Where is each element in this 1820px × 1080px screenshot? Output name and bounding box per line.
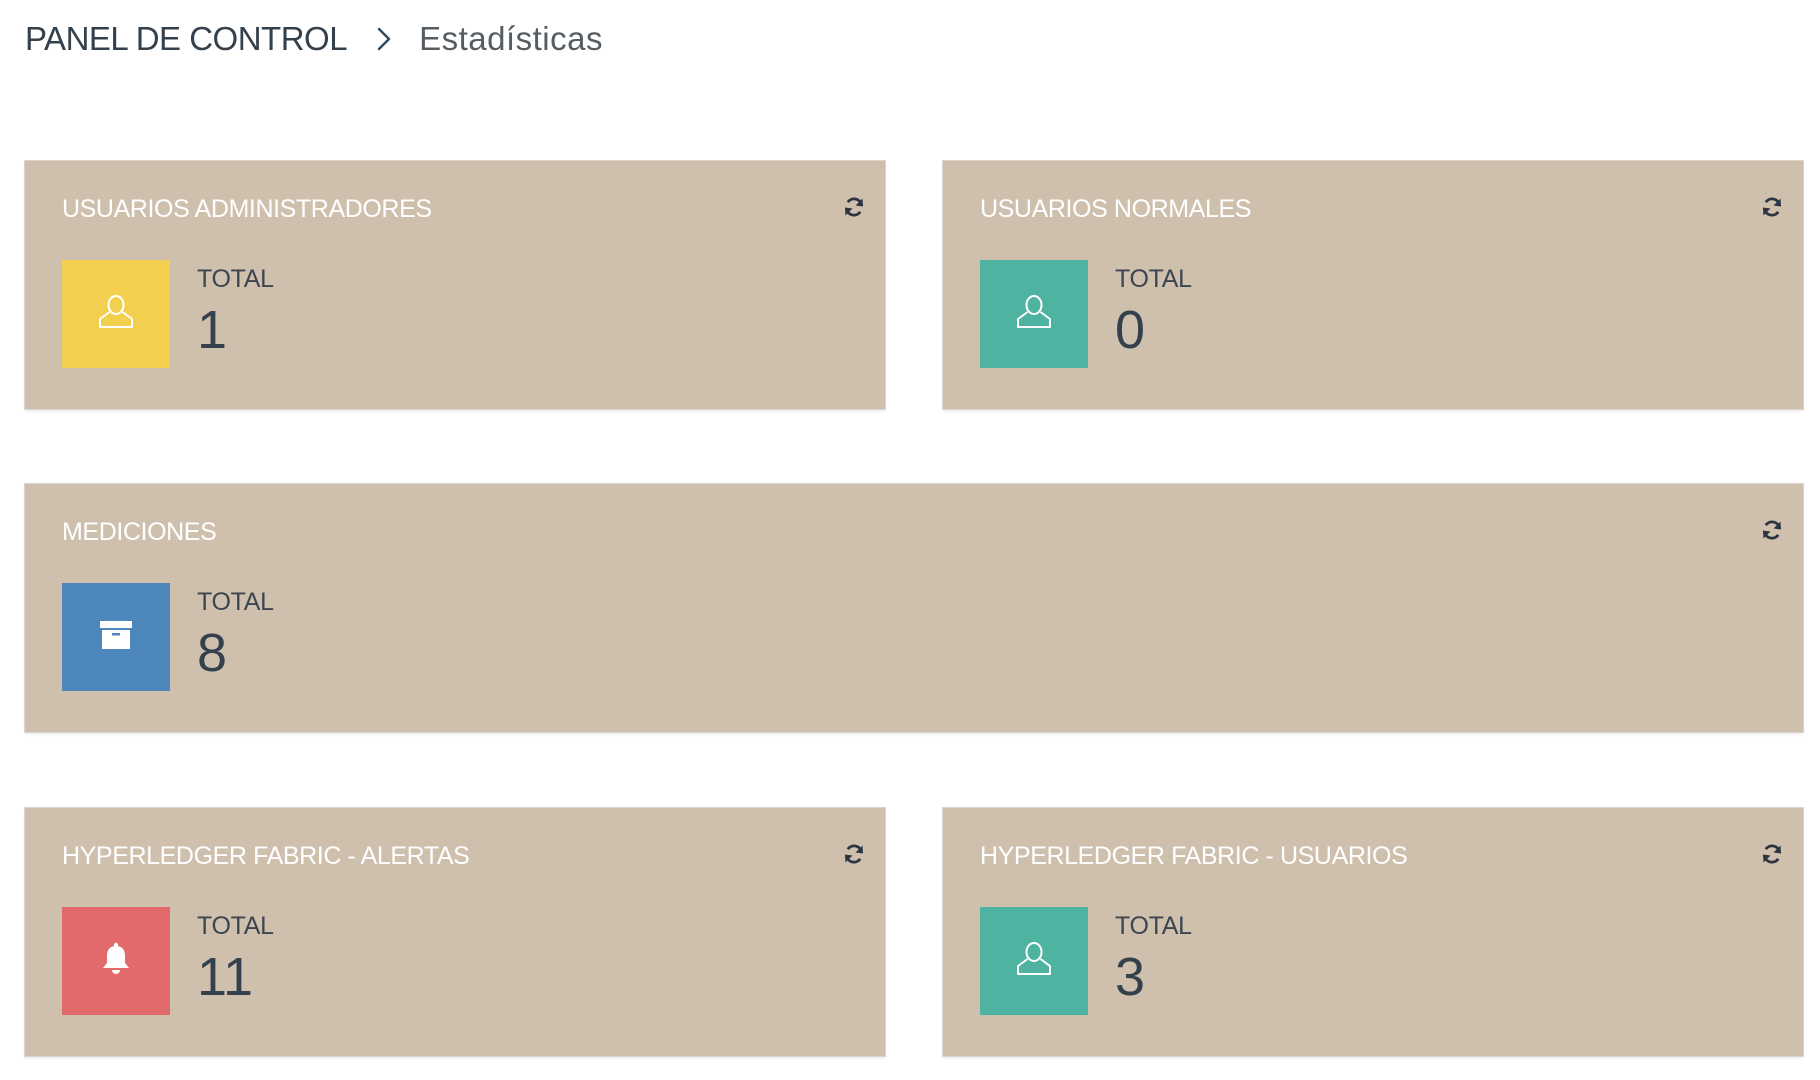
stat-label: TOTAL bbox=[197, 912, 274, 940]
stat-label: TOTAL bbox=[197, 265, 274, 293]
card-title: USUARIOS NORMALES bbox=[980, 195, 1252, 223]
stat-value: 1 bbox=[197, 300, 228, 360]
chevron-right-icon bbox=[377, 27, 391, 51]
stat-card-hyperledger-users: HYPERLEDGER FABRIC - USUARIOS TOTAL 3 bbox=[943, 808, 1803, 1056]
stat-card-measurements: MEDICIONES TOTAL 8 bbox=[25, 484, 1803, 732]
user-icon bbox=[1014, 292, 1054, 337]
refresh-icon[interactable] bbox=[1758, 516, 1786, 544]
breadcrumb-root-link[interactable]: PANEL DE CONTROL bbox=[25, 20, 348, 58]
stat-card-admin-users: USUARIOS ADMINISTRADORES TOTAL 1 bbox=[25, 161, 885, 409]
stat-value: 3 bbox=[1115, 947, 1146, 1007]
archive-icon bbox=[98, 617, 134, 658]
card-title: HYPERLEDGER FABRIC - USUARIOS bbox=[980, 842, 1408, 870]
stat-label: TOTAL bbox=[1115, 912, 1192, 940]
breadcrumb: PANEL DE CONTROL Estadísticas bbox=[25, 16, 603, 62]
stat-icon-box bbox=[980, 260, 1088, 368]
card-title: USUARIOS ADMINISTRADORES bbox=[62, 195, 432, 223]
user-icon bbox=[96, 292, 136, 337]
stat-card-normal-users: USUARIOS NORMALES TOTAL 0 bbox=[943, 161, 1803, 409]
stat-value: 8 bbox=[197, 623, 228, 683]
breadcrumb-current: Estadísticas bbox=[419, 20, 603, 57]
refresh-icon[interactable] bbox=[1758, 193, 1786, 221]
stat-label: TOTAL bbox=[1115, 265, 1192, 293]
bell-icon bbox=[99, 941, 133, 982]
card-title: MEDICIONES bbox=[62, 518, 217, 546]
dashboard-page: PANEL DE CONTROL Estadísticas USUARIOS A… bbox=[0, 0, 1820, 1080]
card-title: HYPERLEDGER FABRIC - ALERTAS bbox=[62, 842, 470, 870]
refresh-icon[interactable] bbox=[840, 840, 868, 868]
stat-value: 0 bbox=[1115, 300, 1146, 360]
stat-card-hyperledger-alerts: HYPERLEDGER FABRIC - ALERTAS TOTAL 11 bbox=[25, 808, 885, 1056]
stat-icon-box bbox=[980, 907, 1088, 1015]
refresh-icon[interactable] bbox=[840, 193, 868, 221]
stat-icon-box bbox=[62, 583, 170, 691]
stat-icon-box bbox=[62, 260, 170, 368]
refresh-icon[interactable] bbox=[1758, 840, 1786, 868]
stat-label: TOTAL bbox=[197, 588, 274, 616]
user-icon bbox=[1014, 939, 1054, 984]
stat-value: 11 bbox=[197, 947, 254, 1007]
stat-icon-box bbox=[62, 907, 170, 1015]
